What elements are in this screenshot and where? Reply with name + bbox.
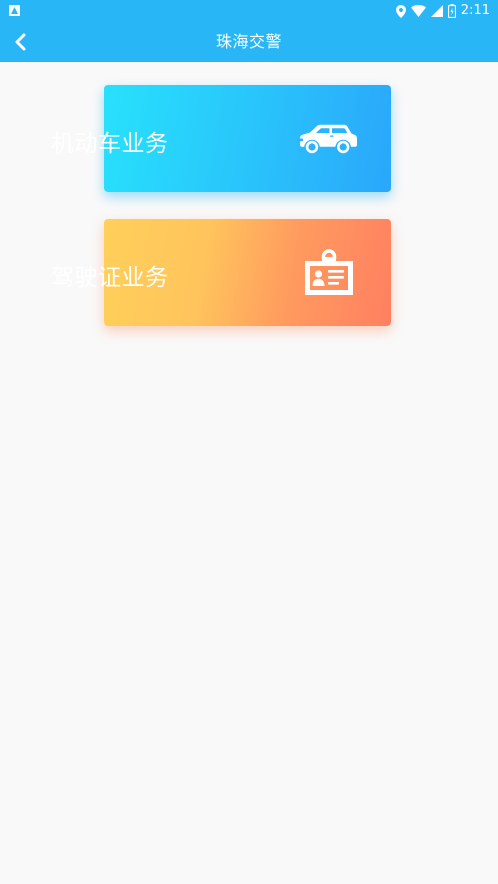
page-title: 珠海交警: [215, 32, 282, 51]
nav-bar: 珠海交警: [0, 22, 498, 62]
app-notification-icon: [9, 5, 20, 16]
license-business-label: 驾驶证业务: [51, 265, 169, 291]
id-card-icon: [305, 249, 353, 295]
status-icons: 2:11: [395, 3, 490, 19]
location-icon: [395, 4, 406, 18]
status-time: 2:11: [460, 3, 490, 18]
app-header: 2:11 珠海交警: [0, 0, 498, 62]
battery-icon: [447, 4, 456, 18]
signal-icon: [430, 5, 443, 17]
license-business-card[interactable]: 驾驶证业务: [51, 219, 391, 326]
car-icon: [297, 124, 357, 154]
status-bar: 2:11: [0, 0, 498, 22]
wifi-icon: [410, 5, 426, 17]
vehicle-business-card[interactable]: 机动车业务: [51, 85, 391, 192]
vehicle-business-label: 机动车业务: [51, 131, 169, 157]
